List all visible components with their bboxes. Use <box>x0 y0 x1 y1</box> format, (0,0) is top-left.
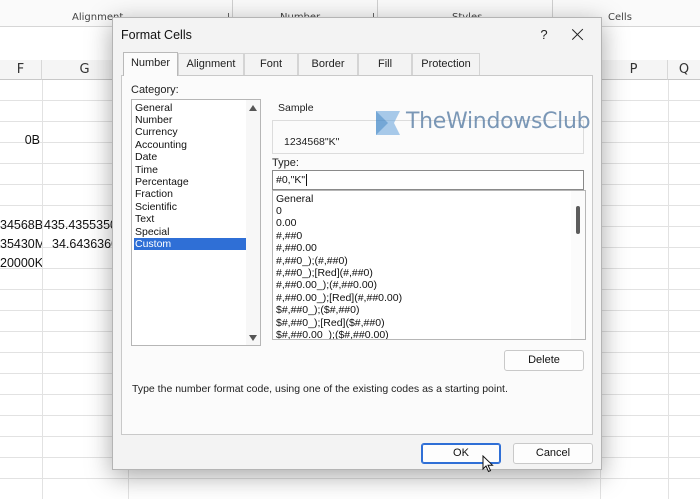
format-code-item[interactable]: $#,##0_);($#,##0) <box>275 304 569 316</box>
format-code-item[interactable]: #,##0.00_);(#,##0.00) <box>275 279 569 291</box>
category-scrollbar[interactable] <box>246 100 260 345</box>
category-item-general[interactable]: General <box>134 102 246 114</box>
format-code-item[interactable]: $#,##0.00_);($#,##0.00) <box>275 329 569 339</box>
watermark-text: TheWindowsClub <box>406 109 591 134</box>
tab-protection[interactable]: Protection <box>412 53 480 75</box>
category-item-special[interactable]: Special <box>134 226 246 238</box>
format-code-list[interactable]: General 0 0.00 #,##0 #,##0.00 #,##0_);(#… <box>272 190 586 340</box>
type-label: Type: <box>272 157 299 169</box>
tab-border[interactable]: Border <box>298 53 358 75</box>
tab-number[interactable]: Number <box>123 52 178 76</box>
category-item-custom[interactable]: Custom <box>134 237 246 251</box>
category-item-date[interactable]: Date <box>134 151 246 163</box>
category-item-scientific[interactable]: Scientific <box>134 201 246 213</box>
category-item-number[interactable]: Number <box>134 114 246 126</box>
format-code-item[interactable]: #,##0 <box>275 230 569 242</box>
category-item-fraction[interactable]: Fraction <box>134 188 246 200</box>
category-item-time[interactable]: Time <box>134 164 246 176</box>
mouse-pointer-icon <box>482 455 494 473</box>
format-code-item[interactable]: 0 <box>275 205 569 217</box>
type-input[interactable]: #0,"K" <box>272 170 584 190</box>
category-list[interactable]: General Number Currency Accounting Date … <box>131 99 261 346</box>
category-item-currency[interactable]: Currency <box>134 126 246 138</box>
scroll-down-arrow-icon[interactable] <box>249 335 257 341</box>
category-item-percentage[interactable]: Percentage <box>134 176 246 188</box>
delete-button[interactable]: Delete <box>504 350 584 371</box>
cell-f9[interactable]: 35430M <box>0 234 42 254</box>
format-code-scrollbar[interactable] <box>571 191 585 339</box>
format-code-item[interactable]: #,##0.00_);[Red](#,##0.00) <box>275 292 569 304</box>
tab-font[interactable]: Font <box>244 53 298 75</box>
format-cells-dialog: Format Cells ? Number Alignment Font Bor… <box>112 17 602 470</box>
cell-f10[interactable]: 20000K <box>0 253 42 273</box>
dialog-title: Format Cells <box>121 28 192 42</box>
tab-fill[interactable]: Fill <box>358 53 412 75</box>
ribbon-label-cells: Cells <box>608 12 632 23</box>
tab-alignment[interactable]: Alignment <box>178 53 244 75</box>
watermark-logo-icon <box>376 111 400 135</box>
category-label: Category: <box>131 84 179 96</box>
format-code-item[interactable]: $#,##0_);[Red]($#,##0) <box>275 317 569 329</box>
sample-label: Sample <box>278 102 314 114</box>
help-button[interactable]: ? <box>533 24 555 46</box>
gridline <box>0 478 700 479</box>
watermark: TheWindowsClub <box>374 109 604 139</box>
category-item-text[interactable]: Text <box>134 213 246 225</box>
cell-f4[interactable]: 0B <box>0 130 40 150</box>
cancel-button[interactable]: Cancel <box>513 443 593 464</box>
format-code-item[interactable]: #,##0.00 <box>275 242 569 254</box>
format-code-item[interactable]: General <box>275 193 569 205</box>
column-header-p[interactable]: P <box>600 60 668 80</box>
category-item-accounting[interactable]: Accounting <box>134 139 246 151</box>
column-header-q[interactable]: Q <box>668 60 700 80</box>
type-input-value: #0,"K" <box>276 174 306 186</box>
format-code-item[interactable]: #,##0_);[Red](#,##0) <box>275 267 569 279</box>
column-header-f[interactable]: F <box>0 60 42 80</box>
cell-f8[interactable]: 34568B <box>0 215 42 235</box>
format-code-item[interactable]: #,##0_);(#,##0) <box>275 255 569 267</box>
scroll-up-arrow-icon[interactable] <box>249 105 257 111</box>
close-icon[interactable] <box>565 22 591 48</box>
sample-value: 1234568"K" <box>284 136 340 148</box>
text-caret <box>306 174 308 187</box>
hint-text: Type the number format code, using one o… <box>132 383 508 395</box>
format-code-item[interactable]: 0.00 <box>275 217 569 229</box>
scrollbar-thumb[interactable] <box>576 206 580 234</box>
